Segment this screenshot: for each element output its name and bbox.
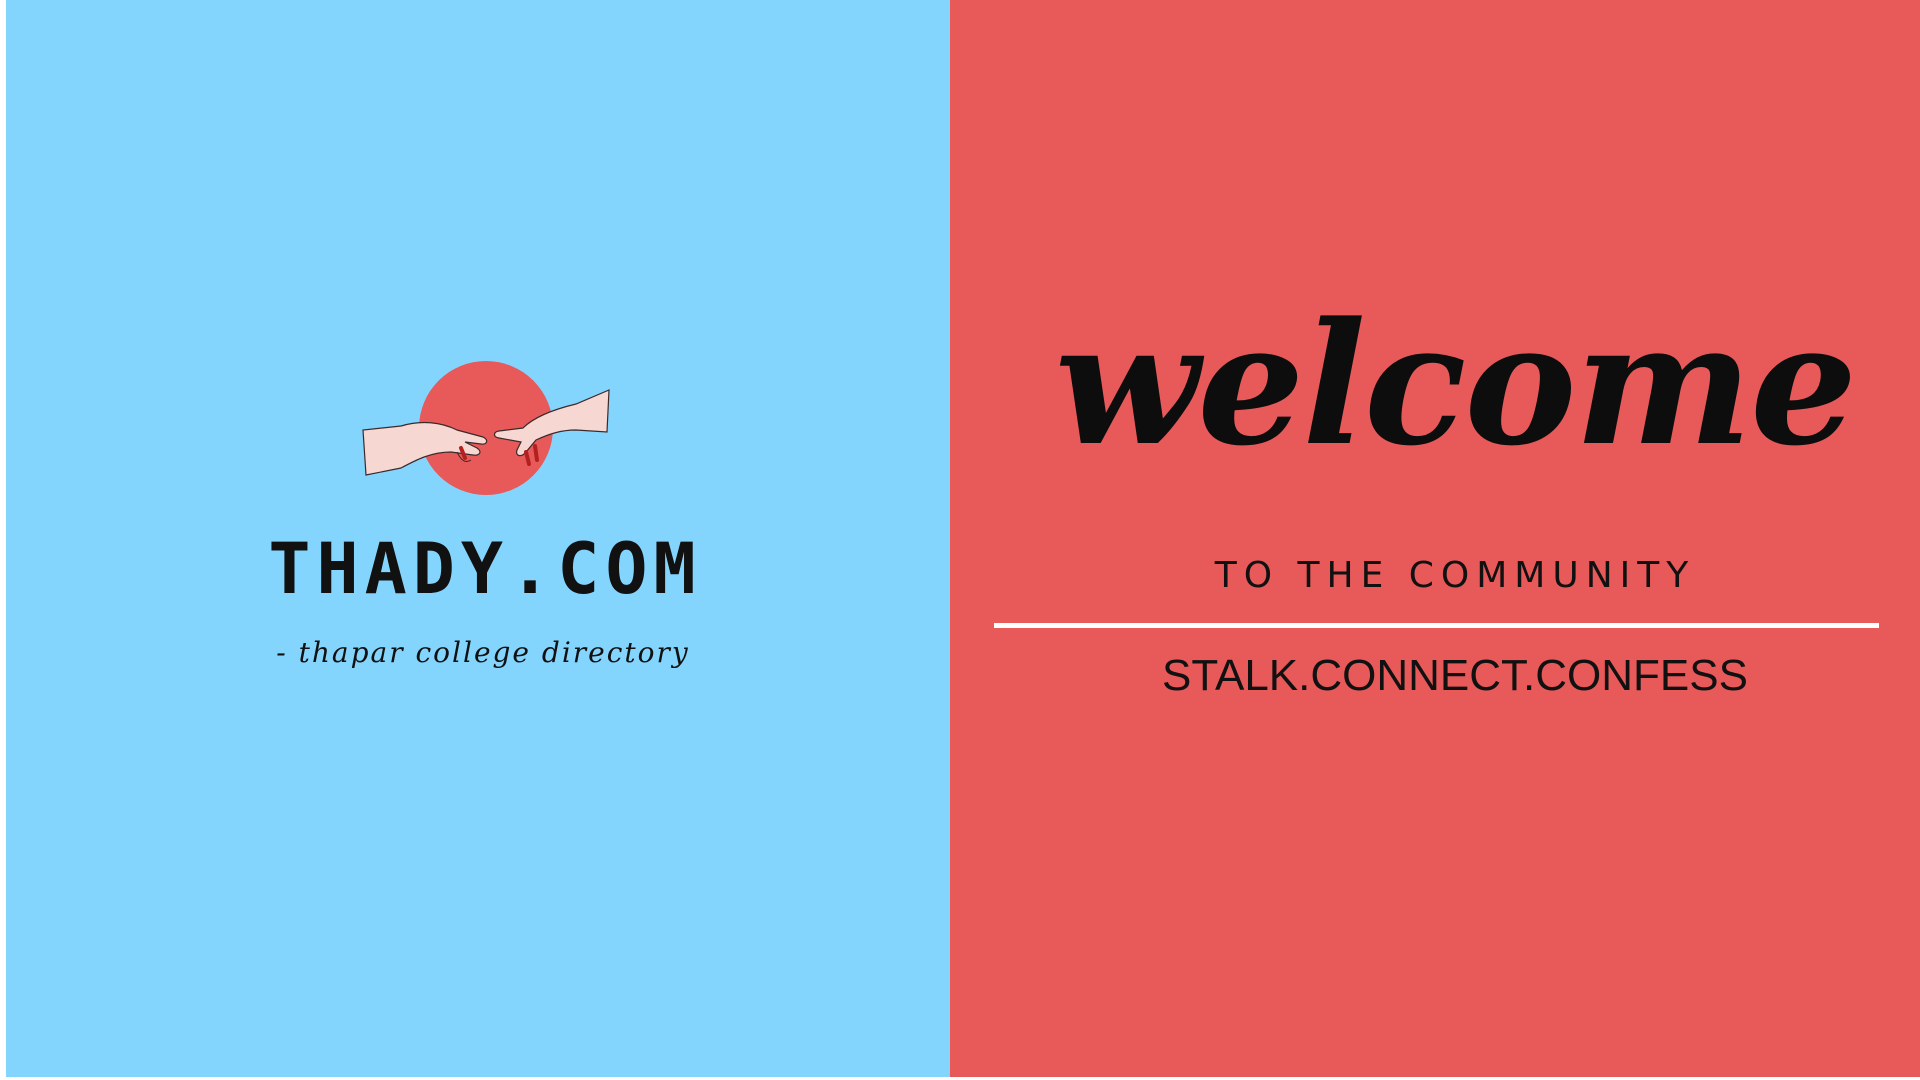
brand-panel: THADY.COM - thapar college directory <box>6 0 950 1077</box>
welcome-subheading: TO THE COMMUNITY <box>1214 555 1696 596</box>
welcome-panel: welcome TO THE COMMUNITY STALK.CONNECT.C… <box>950 0 1920 1077</box>
welcome-slide: THADY.COM - thapar college directory wel… <box>0 0 1920 1080</box>
divider-line <box>994 623 1879 628</box>
hands-reaching-logo-icon <box>362 361 610 495</box>
welcome-heading: welcome <box>1054 285 1857 483</box>
brand-tagline: - thapar college directory <box>276 636 690 669</box>
brand-name: THADY.COM <box>268 528 702 610</box>
slogan: STALK.CONNECT.CONFESS <box>1162 651 1748 700</box>
